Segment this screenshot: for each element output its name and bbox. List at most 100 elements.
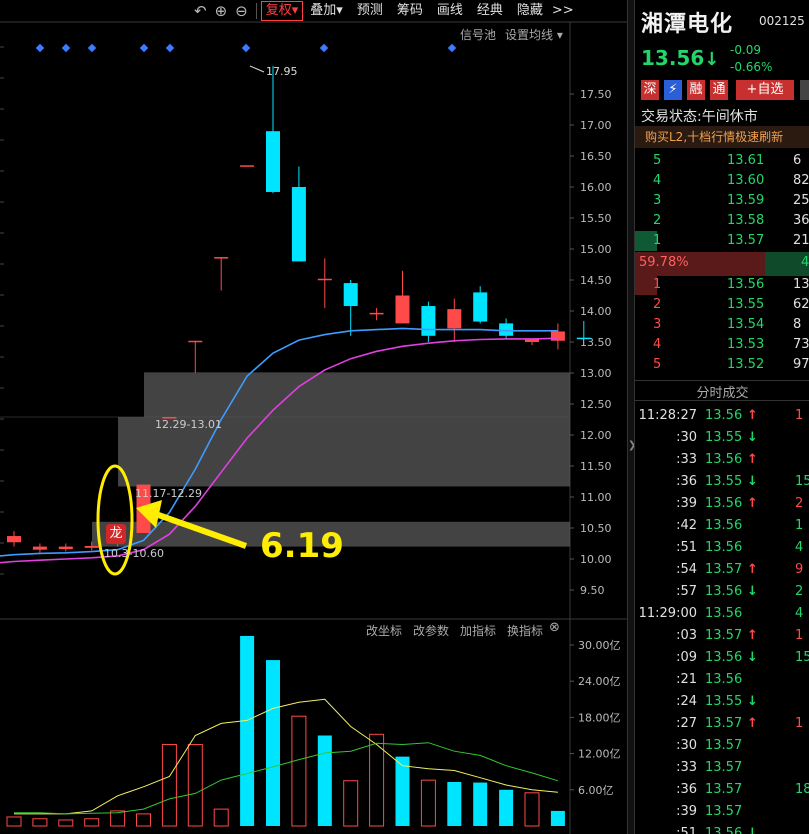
signal-pool-link[interactable]: 信号池 (460, 26, 496, 43)
ob-level: 4 (653, 337, 662, 352)
tick-row: :33 13.56 ↑ (635, 449, 809, 471)
tick-time: :30 (676, 430, 697, 445)
ob-volume: 6 (793, 153, 802, 168)
volume-bar (420, 779, 436, 827)
tick-price: 13.57 (705, 760, 743, 775)
volume-bar (447, 781, 462, 826)
tag-flash[interactable]: ⚡ (664, 80, 682, 100)
tick-price: 13.57 (705, 562, 743, 577)
tick-price: 13.57 (705, 716, 743, 731)
bid-row[interactable]: 5 13.52 97 (635, 355, 809, 375)
tick-time: :36 (676, 474, 697, 489)
bid-row[interactable]: 2 13.55 62 (635, 295, 809, 315)
add-watchlist-button[interactable]: +自选 (736, 80, 794, 100)
y-tick-label: 11.50 (580, 460, 612, 473)
tag-rong[interactable]: 融 (687, 80, 705, 100)
huaxian-button[interactable]: 画线 (430, 0, 470, 22)
candle-body (576, 337, 591, 340)
vol-tick-label: 30.00亿 (578, 639, 621, 652)
tick-row: :36 13.55 ↓ 15 (635, 471, 809, 493)
ob-level: 3 (653, 193, 662, 208)
ask-row[interactable]: 4 13.60 82 (635, 171, 809, 191)
tick-volume: 4 (795, 540, 804, 555)
switch-indicator-link[interactable]: 换指标 (507, 622, 543, 639)
long-badge[interactable]: 龙 (106, 524, 126, 544)
change-params-link[interactable]: 改参数 (413, 622, 449, 639)
signal-diamond (241, 43, 251, 53)
candle-body (421, 306, 436, 336)
tick-time: :54 (676, 562, 697, 577)
tick-arrow: ↑ (747, 408, 758, 423)
ask-row[interactable]: 2 13.58 36 (635, 211, 809, 231)
candle-body (240, 165, 255, 167)
ob-price: 13.57 (727, 233, 765, 248)
ask-row[interactable]: 5 13.61 6 (635, 151, 809, 171)
diejia-button[interactable]: 叠加▾ (303, 0, 350, 22)
bid-row[interactable]: 1 13.56 13 (635, 275, 809, 295)
ob-volume: 8 (793, 317, 802, 332)
tick-arrow: ↑ (747, 628, 758, 643)
bid-row[interactable]: 4 13.53 73 (635, 335, 809, 355)
tick-row: :33 13.57 (635, 757, 809, 779)
more-button[interactable]: >> (550, 0, 576, 22)
tick-price: 13.56 (705, 826, 743, 834)
toolbar-divider (255, 3, 257, 19)
tick-time: :30 (676, 738, 697, 753)
tick-price: 13.56 (705, 606, 743, 621)
tick-time: :39 (676, 804, 697, 819)
volume-bar (240, 635, 255, 826)
bid-row[interactable]: 3 13.54 8 (635, 315, 809, 335)
ob-price: 13.61 (727, 153, 765, 168)
y-tick-label: 15.50 (580, 212, 612, 225)
zoom-in-icon[interactable]: ⊕ (211, 2, 232, 20)
tick-arrow: ↓ (747, 584, 758, 599)
ask-row[interactable]: 3 13.59 25 (635, 191, 809, 211)
l2-banner[interactable]: 购买L2,十档行情极速刷新 (635, 126, 809, 148)
volume-bar (291, 715, 307, 827)
tick-row: :03 13.57 ↑ 1 (635, 625, 809, 647)
kline-chart-area[interactable]: 17.50 17.00 16.50 16.00 15.50 15.00 14.50 14.00… (0, 0, 627, 834)
ob-price: 13.54 (727, 317, 765, 332)
ask-row[interactable]: 1 13.57 21 (635, 231, 809, 251)
y-tick-label: 14.50 (580, 274, 612, 287)
change-axis-link[interactable]: 改坐标 (366, 622, 402, 639)
ob-price: 13.53 (727, 337, 765, 352)
add-indicator-link[interactable]: 加指标 (460, 622, 496, 639)
tick-arrow: ↑ (747, 716, 758, 731)
ob-volume: 97 (793, 357, 809, 372)
kline-svg[interactable]: 17.50 17.00 16.50 16.00 15.50 15.00 14.50 14.00… (0, 0, 627, 834)
change-pct: -0.66% (730, 60, 773, 74)
ob-level: 1 (653, 233, 662, 248)
ratio-right-value: 4 (801, 255, 809, 270)
tag-tong[interactable]: 通 (710, 80, 728, 100)
candle-body (266, 131, 280, 192)
y-tick-label: 17.50 (580, 88, 612, 101)
ob-volume: 25 (793, 193, 809, 208)
ob-volume: 21 (793, 233, 809, 248)
ratio-value: 59.78% (639, 255, 689, 270)
tick-row: :36 13.57 18 (635, 779, 809, 801)
chouma-button[interactable]: 筹码 (390, 0, 430, 22)
tick-volume: 1 (795, 716, 804, 731)
fuquan-button[interactable]: 复权▾ (260, 1, 304, 21)
zoom-out-icon[interactable]: ⊖ (231, 2, 252, 20)
volume-bar (343, 780, 359, 827)
signal-diamond (319, 43, 329, 53)
ma-settings-link[interactable]: 设置均线 ▾ (505, 26, 563, 43)
zone-upper-label: 12.29-13.01 (155, 418, 222, 431)
undo-icon[interactable]: ↶ (190, 2, 211, 20)
tag-overflow[interactable] (800, 80, 809, 100)
close-indicator-icon[interactable]: ⊗ (549, 620, 560, 635)
volume-bar (395, 756, 410, 826)
yincang-button[interactable]: 隐藏 (510, 0, 550, 22)
tag-shen[interactable]: 深 (641, 80, 659, 100)
yuce-button[interactable]: 预测 (350, 0, 390, 22)
tick-time: :33 (676, 760, 697, 775)
tick-volume: 15 (795, 474, 809, 489)
volume-bar (317, 735, 332, 826)
ob-price: 13.59 (727, 193, 765, 208)
ticks-title: 分时成交 (696, 386, 749, 401)
tick-price: 13.57 (705, 738, 743, 753)
jingdian-button[interactable]: 经典 (470, 0, 510, 22)
ob-volume: 13 (793, 277, 809, 292)
